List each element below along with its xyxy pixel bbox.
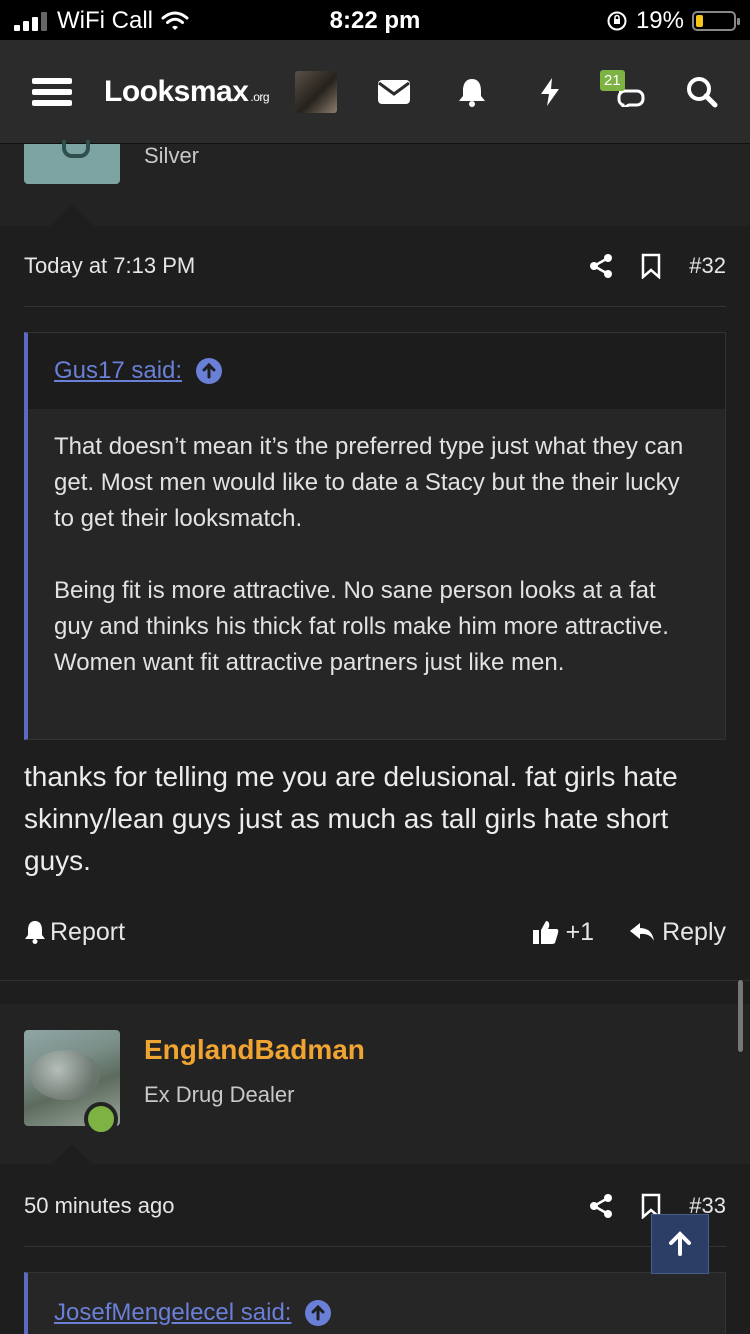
bell-icon[interactable] — [454, 40, 490, 144]
report-button[interactable]: Report — [24, 918, 532, 947]
arrow-up-icon[interactable] — [305, 1300, 332, 1326]
scrollbar[interactable] — [738, 980, 743, 1052]
user-avatar-button[interactable] — [294, 40, 338, 144]
card-pointer — [50, 204, 94, 226]
quote-header: JosefMengelecel said: — [28, 1273, 725, 1334]
username[interactable]: EnglandBadman — [144, 1034, 365, 1066]
avatar[interactable] — [24, 140, 120, 184]
divider — [24, 1246, 726, 1247]
share-icon[interactable] — [589, 253, 613, 279]
card-pointer — [50, 1144, 94, 1166]
quote-author-link[interactable]: JosefMengelecel said: — [54, 1299, 291, 1327]
quote-block: JosefMengelecel said: — [24, 1272, 726, 1334]
avatar — [295, 71, 337, 113]
site-logo[interactable]: Looksmax .org — [104, 40, 284, 144]
share-icon[interactable] — [589, 1193, 613, 1219]
envelope-icon[interactable] — [374, 40, 414, 144]
reply-icon — [630, 923, 655, 941]
arrow-up-icon[interactable] — [196, 358, 223, 384]
post-body: thanks for telling me you are delusional… — [24, 761, 678, 876]
post-number[interactable]: #32 — [689, 253, 726, 279]
user-title: Ex Drug Dealer — [144, 1082, 295, 1107]
quote-header: Gus17 said: — [28, 333, 725, 409]
reply-button[interactable]: Reply — [628, 918, 726, 947]
quote-block: Gus17 said: That doesn’t mean it’s the p… — [24, 332, 726, 740]
quote-author-link[interactable]: Gus17 said: — [54, 357, 182, 385]
like-button[interactable]: +1 — [532, 917, 595, 947]
post-actions: Report +1 Reply — [24, 912, 726, 952]
post-meta: Today at 7:13 PM #32 — [24, 248, 726, 284]
orientation-lock-icon — [607, 11, 627, 31]
report-label: Report — [50, 917, 126, 946]
like-count: +1 — [565, 917, 595, 946]
lightning-icon[interactable] — [534, 40, 566, 144]
battery-icon — [692, 11, 740, 31]
quote-body: That doesn’t mean it’s the preferred typ… — [28, 409, 725, 703]
post-time[interactable]: 50 minutes ago — [24, 1193, 589, 1219]
user-title: Silver — [144, 143, 200, 168]
reply-label: Reply — [662, 917, 726, 946]
post-time[interactable]: Today at 7:13 PM — [24, 253, 589, 279]
bookmark-icon[interactable] — [641, 253, 661, 279]
search-icon[interactable] — [684, 40, 720, 144]
online-indicator — [84, 1102, 118, 1136]
quote-paragraph: Being fit is more attractive. No sane pe… — [54, 577, 669, 676]
bell-icon — [25, 921, 45, 944]
battery-percent: 19% — [635, 7, 684, 34]
divider — [0, 980, 750, 981]
status-bar: WiFi Call 8:22 pm 19% — [0, 0, 750, 40]
unread-badge: 21 — [600, 70, 625, 91]
divider — [24, 306, 726, 307]
top-navigation: Looksmax .org 21 — [0, 40, 750, 144]
thumbs-up-icon — [532, 921, 558, 944]
quote-paragraph: That doesn’t mean it’s the preferred typ… — [54, 433, 684, 532]
menu-icon[interactable] — [30, 40, 74, 144]
conversations-icon[interactable]: 21 — [600, 40, 648, 144]
arrow-up-icon — [669, 1231, 691, 1256]
scroll-to-top-button[interactable] — [651, 1214, 709, 1274]
post-meta: 50 minutes ago #33 — [24, 1188, 726, 1224]
